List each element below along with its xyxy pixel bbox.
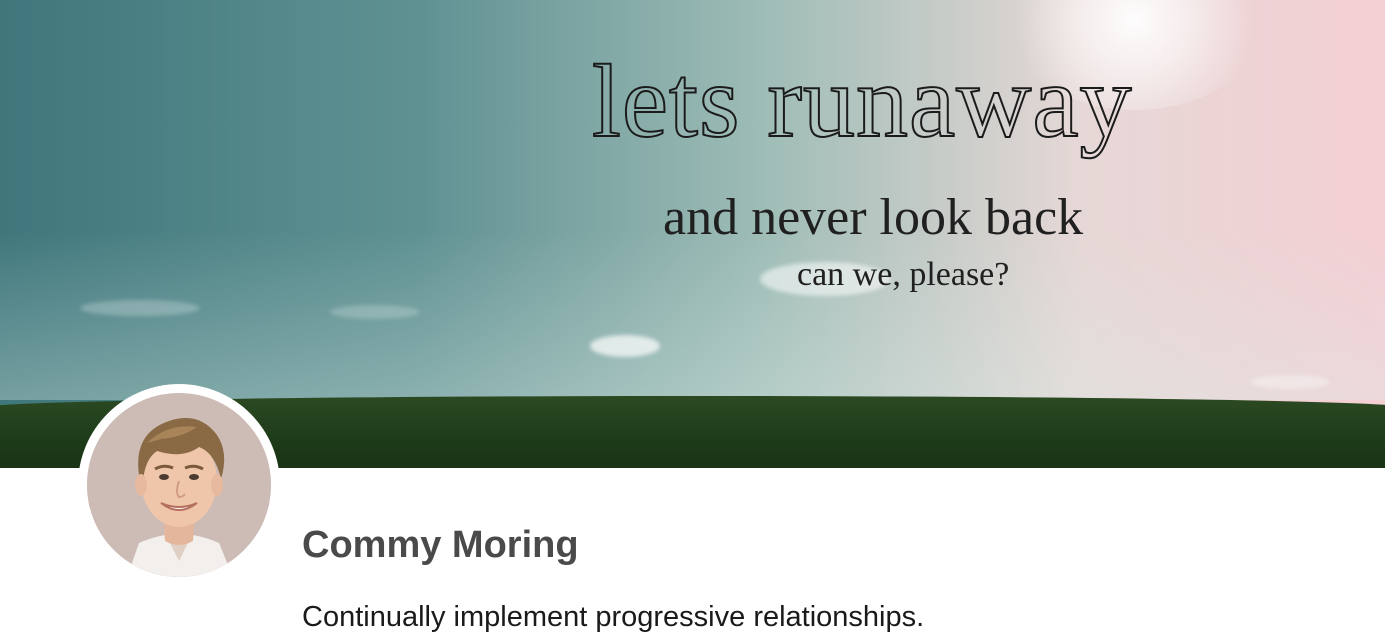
cover-title: lets runaway <box>591 44 1133 159</box>
avatar-photo <box>87 393 271 577</box>
cover-subtitle: and never look back <box>663 189 1084 246</box>
profile-page: lets runaway and never look back can we,… <box>0 0 1385 641</box>
cloud <box>80 300 200 316</box>
avatar[interactable] <box>78 384 280 586</box>
cloud <box>590 335 660 357</box>
sky-haze <box>0 230 1385 400</box>
cloud <box>330 305 420 319</box>
profile-bio: Continually implement progressive relati… <box>302 601 925 633</box>
profile-name: Commy Moring <box>302 524 579 566</box>
cloud <box>1250 375 1330 389</box>
cover-caption: can we, please? <box>797 256 1010 293</box>
person-portrait-icon <box>87 393 271 577</box>
